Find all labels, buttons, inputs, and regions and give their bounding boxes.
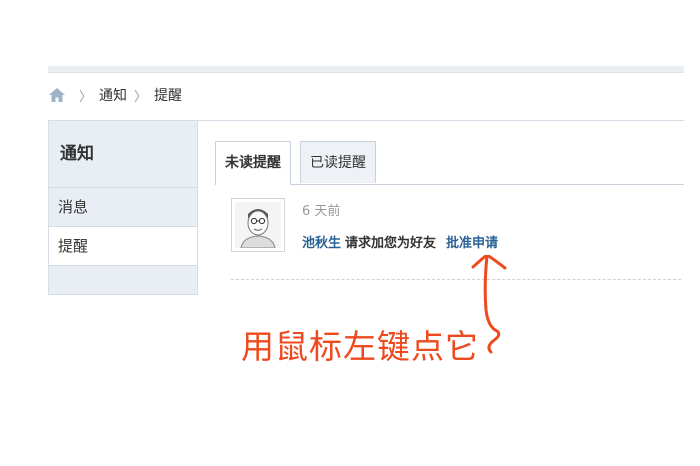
sidebar-item-reminders[interactable]: 提醒 bbox=[49, 227, 197, 266]
notification-message: 池秋生 请求加您为好友 批准申请 bbox=[302, 232, 498, 251]
notification-text: 请求加您为好友 bbox=[345, 236, 437, 251]
tab-read-reminders[interactable]: 已读提醒 bbox=[300, 141, 376, 183]
notification-item: 6 天前 池秋生 请求加您为好友 批准申请 bbox=[231, 198, 681, 282]
instruction-annotation: 用鼠标左键点它 bbox=[241, 327, 479, 366]
user-link[interactable]: 池秋生 bbox=[302, 236, 341, 251]
breadcrumb-item-reminders[interactable]: 提醒 bbox=[154, 85, 182, 105]
sidebar-title: 通知 bbox=[49, 121, 197, 188]
breadcrumb-item-notifications[interactable]: 通知 bbox=[99, 85, 127, 105]
breadcrumb-separator: 〉 bbox=[134, 89, 148, 105]
tab-unread-reminders[interactable]: 未读提醒 bbox=[215, 141, 291, 185]
approve-request-link[interactable]: 批准申请 bbox=[446, 236, 498, 251]
top-bar bbox=[48, 66, 684, 73]
divider bbox=[231, 279, 681, 280]
main-panel: 未读提醒 已读提醒 6 天前 池秋生 请求加您为好友 批准申请 bbox=[198, 120, 684, 296]
notification-time: 6 天前 bbox=[302, 204, 341, 219]
tab-bar: 未读提醒 已读提醒 bbox=[215, 141, 684, 185]
avatar-face-icon bbox=[235, 202, 281, 249]
breadcrumb: 〉 通知 〉 提醒 bbox=[48, 85, 182, 105]
sidebar: 通知 消息 提醒 bbox=[48, 120, 198, 295]
home-icon[interactable] bbox=[48, 87, 66, 103]
user-avatar[interactable] bbox=[231, 198, 285, 252]
breadcrumb-separator: 〉 bbox=[79, 89, 93, 105]
sidebar-item-messages[interactable]: 消息 bbox=[49, 188, 197, 227]
